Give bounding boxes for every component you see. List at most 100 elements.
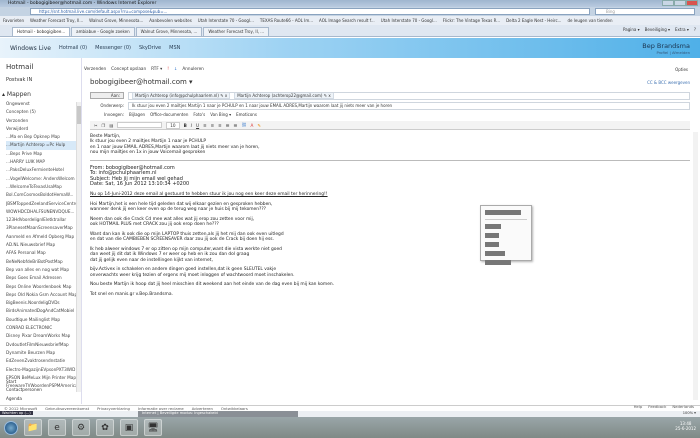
context-menu-item[interactable] [485, 233, 499, 238]
italic-icon[interactable]: I [191, 123, 192, 128]
favorite-link[interactable]: AOL Image Search result f... [319, 18, 375, 23]
sidebar-folder[interactable]: JBSMToppedZeelandServiceCentre [6, 200, 76, 208]
start-button[interactable] [4, 420, 18, 435]
sidebar-folder[interactable]: ...VogelWelcome: AndersWelcom [6, 175, 76, 183]
recipient-chip[interactable]: Martijn Achterop (achterop22@gmail.com) … [234, 92, 334, 99]
body-scrollbar[interactable] [693, 132, 698, 400]
tab-weather[interactable]: Weather Forecast Troy, Il, ... [203, 27, 270, 36]
cut-icon[interactable]: ✂ [94, 123, 98, 128]
sidebar-folder[interactable]: Beps Goes Email Adressen [6, 274, 76, 282]
nav-messenger[interactable]: Messenger (0) [95, 45, 131, 51]
favorite-link[interactable]: Aanbevolen websites [149, 18, 192, 23]
language-link[interactable]: Nederlands [672, 404, 694, 409]
close-button[interactable] [686, 0, 698, 6]
tab-walnut-grove[interactable]: Walnut Grove, Minnesota, ... [135, 27, 203, 36]
app-icon[interactable]: 🖥 [144, 419, 162, 436]
favorite-link[interactable]: Delta 2 Eagle Nest - Heirc... [506, 18, 561, 23]
options-link[interactable]: Opties [675, 67, 688, 72]
highlight-icon[interactable]: ✎ [257, 123, 261, 128]
nav-skydrive[interactable]: SkyDrive [139, 45, 161, 51]
tab-hotmail[interactable]: Hotmail - bobogigibee... [12, 27, 71, 36]
sidebar-folder[interactable]: 123HdVoordelignlEletktrallar [6, 216, 76, 224]
sidebar-folder[interactable]: AD.NL Nieuwsbrief Map [6, 241, 76, 249]
sidebar-folder[interactable]: ...Beps Prive Map [6, 150, 76, 158]
folders-heading[interactable]: ▴ Mappen [2, 91, 31, 98]
help-link[interactable]: Help [634, 404, 643, 409]
context-menu-item[interactable] [485, 224, 501, 229]
subject-input[interactable]: Ik stuur jou even 2 mailtjes Martijn 1 n… [128, 101, 690, 110]
context-menu-item[interactable] [485, 251, 505, 256]
send-button[interactable]: Verzenden [84, 66, 106, 71]
context-menu-item[interactable] [485, 210, 521, 215]
sidebar-folder[interactable]: ...WelcomeToTexasUsaMap [6, 183, 76, 191]
paste-icon[interactable]: ▤ [109, 123, 113, 128]
copy-icon[interactable]: ❐ [102, 123, 106, 128]
sidebar-folder[interactable]: EdZevenZvaktrosendnstatie [6, 357, 76, 365]
numbering-icon[interactable]: ☰ [233, 123, 237, 128]
favorite-link[interactable]: Walnut Grove, Minnesota... [89, 18, 143, 23]
sidebar-folder[interactable]: ...PaksDeluxFermienteHotel [6, 166, 76, 174]
scrollbar-thumb[interactable] [77, 106, 81, 124]
app-icon[interactable]: ▣ [120, 419, 138, 436]
internet-explorer-icon[interactable]: e [48, 419, 66, 436]
align-right-icon[interactable]: ≡ [218, 123, 222, 128]
explorer-icon[interactable]: 📁 [24, 419, 42, 436]
sidebar-folder[interactable]: ...HARRY LUIK MAP [6, 158, 76, 166]
minimize-button[interactable] [662, 0, 674, 6]
sidebar-folder[interactable]: Boudtique Mailinglist Map [6, 316, 76, 324]
font-size-select[interactable]: 10 [166, 121, 180, 129]
favorite-link[interactable]: Utah Interstate 70 - Googl... [198, 18, 254, 23]
favorite-link[interactable]: TEXAS Route66 - AOL Im... [260, 18, 313, 23]
sidebar-item-calendar[interactable]: Agenda [6, 395, 42, 403]
sidebar-folder[interactable]: 3PlanesetMaanScreensaverMap [6, 224, 76, 232]
sidebar-folder[interactable]: Bep van alles en nog wat Map [6, 266, 76, 274]
recipient-chip[interactable]: Martijn Achterop (info@pchulphaarlem.nl)… [132, 92, 231, 99]
bullets-icon[interactable]: ☰ [226, 123, 230, 128]
favorites-button[interactable]: Favorieten [3, 18, 24, 23]
bold-icon[interactable]: B [184, 123, 187, 128]
bing-button[interactable]: Van Bing ▾ [210, 112, 231, 117]
sidebar-folder[interactable]: Concepten (5) [6, 108, 76, 116]
attachments-button[interactable]: Bijlagen [129, 112, 145, 117]
from-account[interactable]: bobogigibeer@hotmail.com ▾ [90, 78, 193, 86]
emoticons-button[interactable]: Emoticons [236, 112, 257, 117]
underline-icon[interactable]: U [196, 123, 199, 128]
sidebar-folder[interactable]: BeNeNebfdeBriBotPostMap [6, 258, 76, 266]
favorite-link[interactable]: de leugen van tienden [567, 18, 612, 23]
sidebar-title[interactable]: Hotmail [6, 63, 33, 71]
nav-msn[interactable]: MSN [169, 45, 180, 51]
sidebar-folder[interactable]: Bol.ComCosmosBoldotHemaW... [6, 191, 76, 199]
user-name[interactable]: Bep Brandsma [642, 42, 690, 50]
address-input[interactable]: https://snt.hotmail.live.com/default.asp… [30, 8, 590, 15]
font-select[interactable] [117, 122, 163, 128]
sidebar-folder[interactable]: Dynamite Beurzen Map [6, 349, 76, 357]
photos-button[interactable]: Foto's [193, 112, 205, 117]
context-menu-item[interactable] [485, 242, 499, 247]
office-docs-button[interactable]: Office-documenten [150, 112, 188, 117]
sidebar-folder[interactable]: BirdsAnimatedDogAndCatMobiel [6, 307, 76, 315]
security-menu[interactable]: Beveiliging ▾ [645, 27, 670, 32]
high-priority-icon[interactable]: ! [167, 66, 169, 71]
tab-google[interactable]: ambiabue - Google zoeken [71, 27, 135, 36]
app-icon[interactable]: ✿ [96, 419, 114, 436]
sidebar-folder[interactable]: Electro-MagazijnEVpsonPXT3WID [6, 366, 76, 374]
favorite-link[interactable]: Utah Interstate 70 - Googl... [381, 18, 437, 23]
favorite-link[interactable]: Flickr: The Vintage Texas R... [443, 18, 500, 23]
format-dropdown[interactable]: RTF ▾ [151, 66, 162, 71]
sidebar-folder[interactable]: BigBeenis.NoordeligDVDs [6, 299, 76, 307]
page-menu[interactable]: Pagina ▾ [623, 27, 640, 32]
sidebar-item-start[interactable]: Start [6, 378, 42, 386]
sidebar-scrollbar[interactable] [76, 102, 81, 392]
sidebar-folder[interactable]: Aanmeld en Afmeld Opberg Map [6, 233, 76, 241]
clock[interactable]: 13:48 25-6-2012 [675, 421, 696, 431]
align-left-icon[interactable]: ≡ [203, 123, 207, 128]
sidebar-folder[interactable]: Verzonden [6, 117, 76, 125]
sidebar-folder[interactable]: Beps Old Nokia Gsm Account Map [6, 291, 76, 299]
sidebar-folder[interactable]: Beps Online Woordenboek Map [6, 283, 76, 291]
zoom-level[interactable]: 100% ▾ [683, 411, 696, 415]
low-priority-icon[interactable]: ↓ [174, 66, 178, 71]
favorite-link[interactable]: Weather Forecast Troy, Il... [30, 18, 83, 23]
sidebar-folder[interactable]: AFAS Personal Map [6, 249, 76, 257]
nav-hotmail[interactable]: Hotmail (0) [59, 45, 87, 51]
sidebar-folder[interactable]: DvdoutletFilmNieuwsbriefMap [6, 341, 76, 349]
